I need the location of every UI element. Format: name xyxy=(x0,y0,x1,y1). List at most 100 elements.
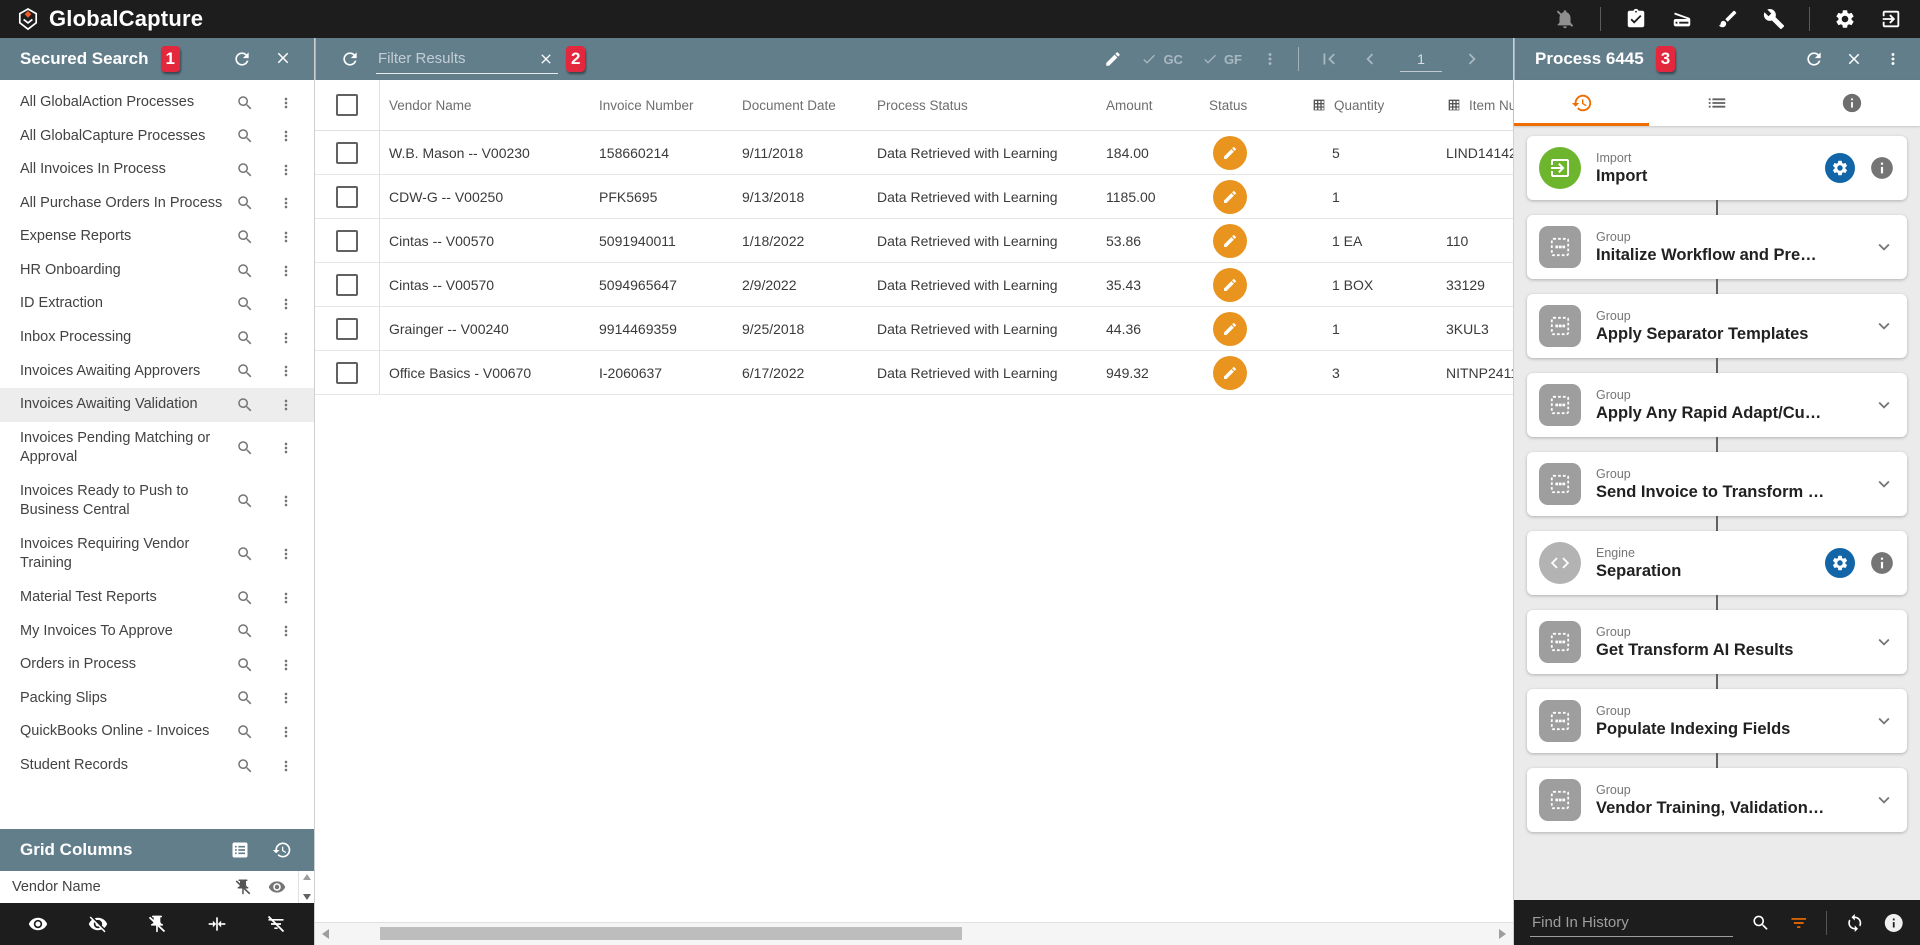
kebab-menu-icon[interactable] xyxy=(278,263,294,279)
chevron-down-icon[interactable] xyxy=(1873,631,1895,653)
col-process-status[interactable]: Process Status xyxy=(877,98,1106,113)
search-icon[interactable] xyxy=(236,396,254,414)
kebab-menu-icon[interactable] xyxy=(278,363,294,379)
sidebar-item-student-records[interactable]: Student Records xyxy=(0,749,314,783)
refresh-icon[interactable] xyxy=(232,49,252,69)
search-icon[interactable] xyxy=(236,161,254,179)
wrench-icon[interactable] xyxy=(1763,8,1785,30)
settings-gear-icon[interactable] xyxy=(1834,8,1856,30)
workflow-node-group[interactable]: Group Initalize Workflow and Pre… xyxy=(1527,215,1907,279)
status-edit-icon[interactable] xyxy=(1213,355,1247,390)
node-settings-button[interactable] xyxy=(1825,153,1855,183)
kebab-menu-icon[interactable] xyxy=(278,440,294,456)
close-icon[interactable] xyxy=(274,49,292,67)
clear-filter-icon[interactable] xyxy=(538,51,554,67)
kebab-menu-icon[interactable] xyxy=(278,95,294,111)
scroll-left-arrow[interactable] xyxy=(322,929,329,939)
kebab-menu-icon[interactable] xyxy=(1884,50,1902,68)
sign-out-icon[interactable] xyxy=(1880,8,1902,30)
kebab-menu-icon[interactable] xyxy=(278,128,294,144)
kebab-menu-icon[interactable] xyxy=(278,758,294,774)
grid-list-icon[interactable] xyxy=(230,840,250,860)
scroll-right-arrow[interactable] xyxy=(1499,929,1506,939)
search-icon[interactable] xyxy=(236,228,254,246)
chevron-down-icon[interactable] xyxy=(1873,315,1895,337)
sidebar-item-all-globalcapture-processes[interactable]: All GlobalCapture Processes xyxy=(0,120,314,154)
col-amount[interactable]: Amount xyxy=(1106,98,1201,113)
workflow-node-group[interactable]: Group Vendor Training, Validation… xyxy=(1527,768,1907,832)
status-edit-icon[interactable] xyxy=(1213,267,1247,302)
table-row[interactable]: CDW-G -- V00250 PFK5695 9/13/2018 Data R… xyxy=(315,175,1513,219)
kebab-menu-icon[interactable] xyxy=(278,590,294,606)
hide-all-eye-off-icon[interactable] xyxy=(88,914,108,934)
scroll-up-arrow[interactable] xyxy=(302,874,311,880)
col-vendor-name[interactable]: Vendor Name xyxy=(380,98,599,113)
kebab-menu-icon[interactable] xyxy=(278,623,294,639)
search-icon[interactable] xyxy=(1751,913,1771,933)
refresh-icon[interactable] xyxy=(1804,49,1824,69)
sidebar-item-id-extraction[interactable]: ID Extraction xyxy=(0,287,314,321)
scanner-icon[interactable] xyxy=(1671,8,1693,30)
chevron-down-icon[interactable] xyxy=(1873,236,1895,258)
search-icon[interactable] xyxy=(236,589,254,607)
kebab-menu-icon[interactable] xyxy=(278,657,294,673)
sidebar-item-orders-in-process[interactable]: Orders in Process xyxy=(0,648,314,682)
show-all-eye-icon[interactable] xyxy=(28,914,48,934)
status-edit-icon[interactable] xyxy=(1213,311,1247,346)
search-icon[interactable] xyxy=(236,439,254,457)
chevron-down-icon[interactable] xyxy=(1873,473,1895,495)
tasks-clipboard-icon[interactable] xyxy=(1625,8,1647,30)
sidebar-item-inbox-processing[interactable]: Inbox Processing xyxy=(0,321,314,355)
search-icon[interactable] xyxy=(236,295,254,313)
kebab-menu-icon[interactable] xyxy=(278,397,294,413)
kebab-menu-icon[interactable] xyxy=(278,724,294,740)
gf-toggle[interactable]: GF xyxy=(1202,51,1242,67)
page-number-input[interactable] xyxy=(1400,46,1442,72)
scrollbar-thumb[interactable] xyxy=(380,927,962,940)
select-all-checkbox[interactable] xyxy=(336,94,358,116)
kebab-menu-icon[interactable] xyxy=(278,162,294,178)
sidebar-item-invoices-ready-push-bc[interactable]: Invoices Ready to Push to Business Centr… xyxy=(0,475,314,528)
row-checkbox[interactable] xyxy=(336,273,358,296)
kebab-menu-icon[interactable] xyxy=(278,330,294,346)
table-row[interactable]: Cintas -- V00570 5091940011 1/18/2022 Da… xyxy=(315,219,1513,263)
status-edit-icon[interactable] xyxy=(1213,223,1247,258)
search-icon[interactable] xyxy=(236,362,254,380)
sidebar-item-invoices-awaiting-approvers[interactable]: Invoices Awaiting Approvers xyxy=(0,355,314,389)
table-row[interactable]: Grainger -- V00240 9914469359 9/25/2018 … xyxy=(315,307,1513,351)
row-checkbox[interactable] xyxy=(336,317,358,340)
sidebar-item-invoices-awaiting-validation[interactable]: Invoices Awaiting Validation xyxy=(0,388,314,422)
visibility-icon[interactable] xyxy=(268,878,286,896)
restore-history-icon[interactable] xyxy=(272,840,292,860)
filter-funnel-icon[interactable] xyxy=(1789,913,1809,933)
mini-scrollbar[interactable] xyxy=(298,871,314,903)
tab-info[interactable] xyxy=(1785,80,1920,126)
info-icon[interactable] xyxy=(1883,912,1904,934)
search-icon[interactable] xyxy=(236,757,254,775)
search-icon[interactable] xyxy=(236,689,254,707)
sync-icon[interactable] xyxy=(1845,913,1865,933)
search-icon[interactable] xyxy=(236,329,254,347)
refresh-results-icon[interactable] xyxy=(340,49,360,69)
grid-column-row-vendor-name[interactable]: Vendor Name xyxy=(0,871,314,903)
node-settings-button[interactable] xyxy=(1825,548,1855,578)
workflow-node-group[interactable]: Group Send Invoice to Transform … xyxy=(1527,452,1907,516)
marker-icon[interactable] xyxy=(1717,8,1739,30)
edit-pencil-icon[interactable] xyxy=(1104,50,1122,68)
sidebar-item-quickbooks-online-invoices[interactable]: QuickBooks Online - Invoices xyxy=(0,715,314,749)
workflow-node-group[interactable]: Group Apply Separator Templates xyxy=(1527,294,1907,358)
sidebar-item-expense-reports[interactable]: Expense Reports xyxy=(0,220,314,254)
row-checkbox[interactable] xyxy=(336,361,358,384)
search-icon[interactable] xyxy=(236,262,254,280)
sidebar-item-hr-onboarding[interactable]: HR Onboarding xyxy=(0,254,314,288)
search-icon[interactable] xyxy=(236,492,254,510)
kebab-menu-icon[interactable] xyxy=(278,195,294,211)
first-page-icon[interactable] xyxy=(1318,48,1340,70)
col-quantity[interactable]: Quantity xyxy=(1301,97,1436,113)
row-checkbox[interactable] xyxy=(336,141,358,164)
workflow-node-import[interactable]: Import Import xyxy=(1527,136,1907,200)
search-icon[interactable] xyxy=(236,723,254,741)
col-item-num[interactable]: Item Num xyxy=(1436,97,1513,113)
col-status[interactable]: Status xyxy=(1201,98,1301,113)
previous-page-icon[interactable] xyxy=(1359,48,1381,70)
